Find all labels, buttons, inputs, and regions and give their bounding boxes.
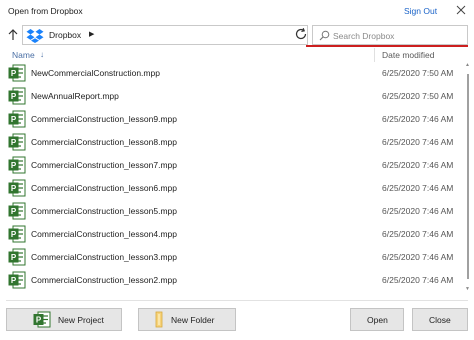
arrow-up-icon[interactable]	[6, 27, 20, 43]
file-date: 6/25/2020 7:46 AM	[382, 160, 454, 170]
file-row[interactable]: P CommercialConstruction_lesson2.mpp 6/2…	[0, 269, 474, 291]
scroll-up-icon[interactable]: ▲	[465, 62, 470, 68]
search-input[interactable]	[333, 28, 465, 43]
project-file-icon: P	[8, 133, 26, 151]
file-date: 6/25/2020 7:46 AM	[382, 275, 454, 285]
chevron-right-icon[interactable]: ▶	[89, 30, 94, 38]
sign-out-link[interactable]: Sign Out	[404, 6, 437, 16]
column-header-name[interactable]: Name	[12, 50, 35, 60]
svg-text:P: P	[36, 316, 42, 325]
file-row[interactable]: P NewCommercialConstruction.mpp 6/25/202…	[0, 62, 474, 84]
scroll-down-icon[interactable]: ▼	[465, 286, 470, 292]
search-box[interactable]	[312, 25, 468, 45]
file-date: 6/25/2020 7:46 AM	[382, 114, 454, 124]
dialog-titlebar: Open from Dropbox Sign Out	[0, 0, 474, 22]
project-file-icon: P	[8, 179, 26, 197]
open-label: Open	[367, 315, 388, 325]
file-date: 6/25/2020 7:46 AM	[382, 137, 454, 147]
file-row[interactable]: P CommercialConstruction_lesson7.mpp 6/2…	[0, 154, 474, 176]
svg-text:P: P	[11, 69, 17, 78]
file-name: CommercialConstruction_lesson2.mpp	[31, 275, 177, 285]
folder-icon	[155, 311, 163, 328]
svg-text:P: P	[11, 138, 17, 147]
file-name: CommercialConstruction_lesson8.mpp	[31, 137, 177, 147]
file-name: CommercialConstruction_lesson4.mpp	[31, 229, 177, 239]
search-icon	[319, 30, 330, 41]
breadcrumb-item-dropbox[interactable]: Dropbox	[49, 30, 81, 40]
column-header-date-modified[interactable]: Date modified	[382, 50, 434, 60]
svg-text:P: P	[11, 161, 17, 170]
scrollbar-thumb[interactable]	[467, 74, 469, 279]
close-button[interactable]: Close	[412, 308, 468, 331]
project-file-icon: P	[8, 110, 26, 128]
breadcrumb[interactable]: Dropbox ▶	[22, 25, 308, 45]
file-row[interactable]: P CommercialConstruction_lesson4.mpp 6/2…	[0, 223, 474, 245]
new-project-label: New Project	[58, 315, 104, 325]
file-name: CommercialConstruction_lesson3.mpp	[31, 252, 177, 262]
new-project-button[interactable]: P New Project	[6, 308, 122, 331]
project-file-icon: P	[8, 248, 26, 266]
svg-text:P: P	[11, 184, 17, 193]
file-row[interactable]: P CommercialConstruction_lesson8.mpp 6/2…	[0, 131, 474, 153]
file-row[interactable]: P CommercialConstruction_lesson9.mpp 6/2…	[0, 108, 474, 130]
project-file-icon: P	[8, 156, 26, 174]
close-label: Close	[429, 315, 451, 325]
sort-descending-icon[interactable]: ↓	[40, 50, 44, 59]
file-date: 6/25/2020 7:46 AM	[382, 206, 454, 216]
refresh-icon[interactable]	[294, 27, 308, 41]
file-date: 6/25/2020 7:50 AM	[382, 68, 454, 78]
vertical-scrollbar[interactable]: ▲ ▼	[465, 62, 471, 294]
project-file-icon: P	[8, 225, 26, 243]
project-file-icon: P	[8, 202, 26, 220]
project-file-icon: P	[8, 87, 26, 105]
svg-text:P: P	[11, 207, 17, 216]
svg-text:P: P	[11, 92, 17, 101]
file-name: NewCommercialConstruction.mpp	[31, 68, 160, 78]
project-file-icon: P	[8, 271, 26, 289]
svg-text:P: P	[11, 115, 17, 124]
dropbox-icon	[26, 29, 44, 43]
file-date: 6/25/2020 7:50 AM	[382, 91, 454, 101]
footer-divider	[6, 300, 468, 301]
open-button[interactable]: Open	[350, 308, 404, 331]
file-name: CommercialConstruction_lesson9.mpp	[31, 114, 177, 124]
file-name: CommercialConstruction_lesson6.mpp	[31, 183, 177, 193]
new-folder-label: New Folder	[171, 315, 215, 325]
file-row[interactable]: P CommercialConstruction_lesson5.mpp 6/2…	[0, 200, 474, 222]
svg-text:P: P	[11, 230, 17, 239]
column-headers: Name ↓ Date modified	[0, 48, 474, 62]
file-date: 6/25/2020 7:46 AM	[382, 229, 454, 239]
svg-text:P: P	[11, 253, 17, 262]
project-file-icon: P	[8, 64, 26, 82]
column-divider[interactable]	[374, 48, 375, 62]
svg-text:P: P	[11, 276, 17, 285]
file-row[interactable]: P CommercialConstruction_lesson3.mpp 6/2…	[0, 246, 474, 268]
project-file-icon: P	[33, 311, 51, 328]
file-row[interactable]: P CommercialConstruction_lesson6.mpp 6/2…	[0, 177, 474, 199]
new-folder-button[interactable]: New Folder	[138, 308, 236, 331]
file-name: NewAnnualReport.mpp	[31, 91, 119, 101]
file-date: 6/25/2020 7:46 AM	[382, 183, 454, 193]
file-name: CommercialConstruction_lesson5.mpp	[31, 206, 177, 216]
file-date: 6/25/2020 7:46 AM	[382, 252, 454, 262]
dialog-title: Open from Dropbox	[8, 6, 83, 16]
file-name: CommercialConstruction_lesson7.mpp	[31, 160, 177, 170]
search-focus-underline	[306, 45, 468, 47]
close-icon[interactable]	[455, 4, 467, 16]
navigation-bar: Dropbox ▶	[0, 24, 474, 46]
file-row[interactable]: P NewAnnualReport.mpp 6/25/2020 7:50 AM	[0, 85, 474, 107]
